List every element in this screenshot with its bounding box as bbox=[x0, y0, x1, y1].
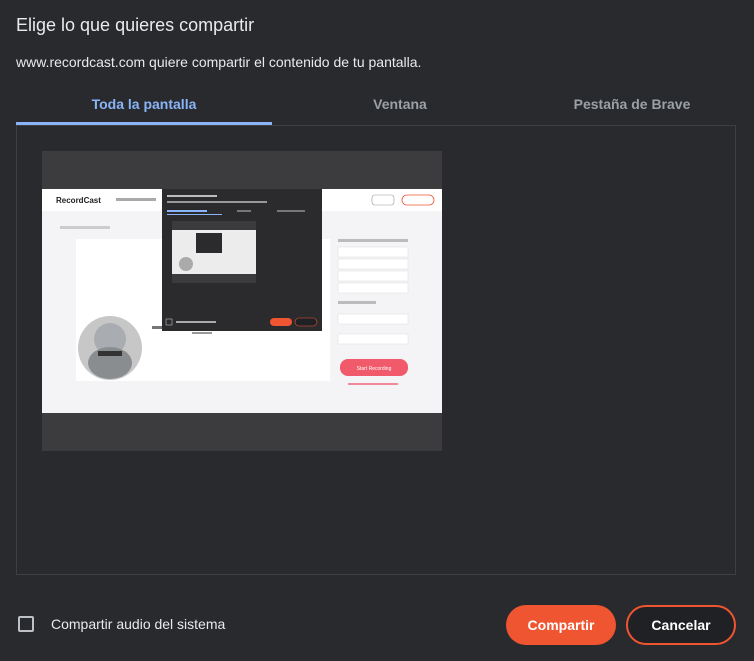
preview-logo: RecordCast bbox=[56, 196, 101, 205]
preview-start-button: Start Recording bbox=[357, 366, 392, 372]
system-audio-label: Compartir audio del sistema bbox=[51, 616, 226, 632]
source-tabs: Toda la pantalla Ventana Pestaña de Brav… bbox=[16, 88, 736, 125]
dialog-title: Elige lo que quieres compartir bbox=[16, 15, 255, 35]
tab-brave-tab[interactable]: Pestaña de Brave bbox=[528, 88, 736, 122]
share-screen-dialog: Elige lo que quieres compartir www.recor… bbox=[0, 0, 754, 661]
cancel-button[interactable]: Cancelar bbox=[626, 605, 736, 645]
tab-window[interactable]: Ventana bbox=[272, 88, 528, 122]
share-button[interactable]: Compartir bbox=[506, 605, 616, 645]
screen-thumbnail[interactable]: RecordCast Start Recording bbox=[42, 151, 442, 451]
source-panel: RecordCast Start Recording bbox=[16, 125, 736, 575]
dialog-subtitle: www.recordcast.com quiere compartir el c… bbox=[16, 54, 422, 70]
system-audio-toggle[interactable]: Compartir audio del sistema bbox=[18, 616, 225, 632]
system-audio-checkbox[interactable] bbox=[18, 616, 34, 632]
tab-entire-screen[interactable]: Toda la pantalla bbox=[16, 88, 272, 125]
screen-preview-graphic: RecordCast Start Recording bbox=[42, 151, 442, 451]
